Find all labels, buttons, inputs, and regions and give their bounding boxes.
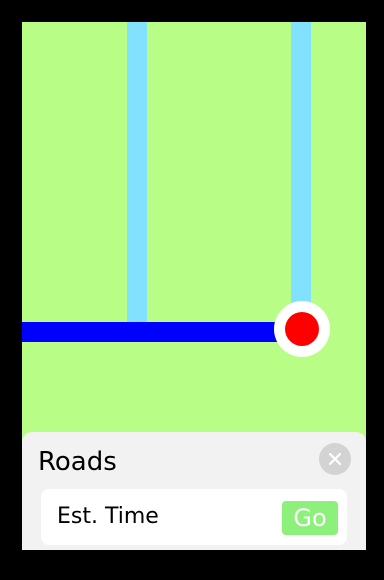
- go-button[interactable]: Go: [282, 501, 338, 535]
- route-option-card: Est. Time Go: [41, 489, 347, 545]
- bottom-sheet: Roads Est. Time Go: [22, 432, 366, 550]
- sheet-title: Roads: [38, 447, 117, 477]
- route-line: [22, 322, 297, 342]
- close-icon: [328, 452, 342, 466]
- est-time-label: Est. Time: [57, 504, 159, 529]
- road-vertical-left: [127, 22, 147, 327]
- road-vertical-right: [291, 22, 311, 322]
- location-pin-dot: [285, 312, 319, 346]
- close-button[interactable]: [319, 443, 351, 475]
- device-frame: Roads Est. Time Go: [0, 0, 384, 580]
- location-pin-icon[interactable]: [274, 301, 330, 357]
